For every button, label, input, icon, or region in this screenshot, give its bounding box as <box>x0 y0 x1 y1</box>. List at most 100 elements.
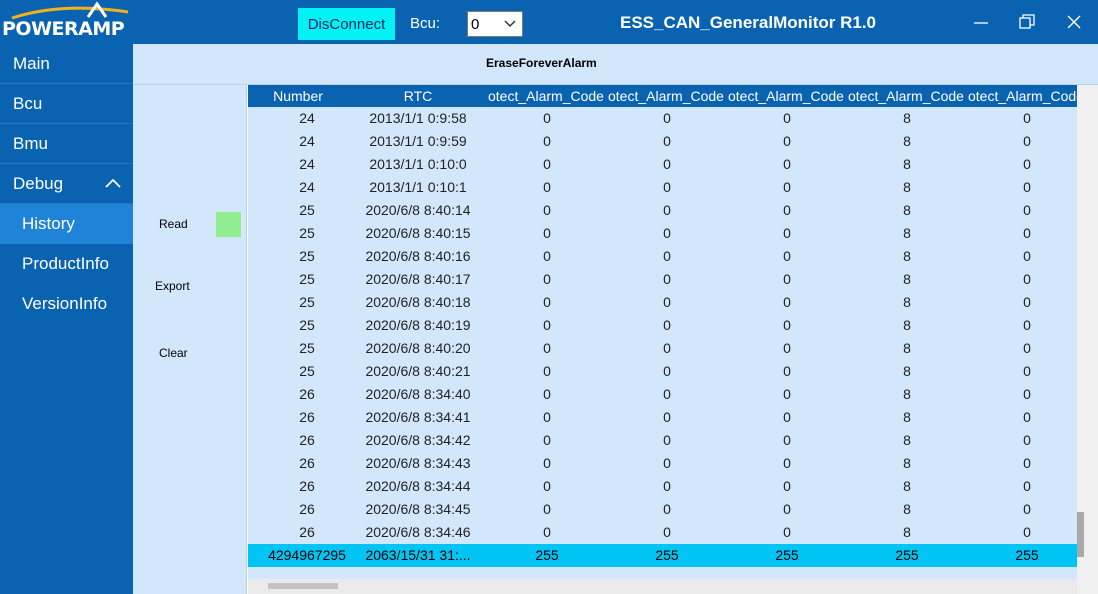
table-cell: 0 <box>1023 202 1031 218</box>
table-row[interactable]: 26 2020/6/8 8:34:45 0 0 0 8 0 <box>248 498 1077 521</box>
read-button[interactable]: Read <box>159 217 188 231</box>
table-row[interactable]: 24 2013/1/1 0:10:0 0 0 0 8 0 <box>248 153 1077 176</box>
table-cell: 0 <box>783 133 791 149</box>
table-cell: 2020/6/8 8:34:42 <box>365 432 471 448</box>
sidebar-item-label: Main <box>13 53 50 73</box>
table-cell: 0 <box>783 363 791 379</box>
table-cell: 0 <box>1023 363 1031 379</box>
column-header[interactable]: RTC <box>348 88 488 106</box>
table-row[interactable]: 26 2020/6/8 8:34:42 0 0 0 8 0 <box>248 429 1077 452</box>
table-cell: 8 <box>903 179 911 195</box>
table-row[interactable]: 25 2020/6/8 8:40:19 0 0 0 8 0 <box>248 314 1077 337</box>
table-cell: 8 <box>903 432 911 448</box>
table-cell: 0 <box>663 317 671 333</box>
table-cell: 0 <box>543 179 551 195</box>
clear-button[interactable]: Clear <box>159 346 188 360</box>
sidebar-item-label: ProductInfo <box>22 254 109 273</box>
bcu-select[interactable]: 0 <box>467 11 523 37</box>
table-cell: 8 <box>903 271 911 287</box>
logo-arc-icon <box>11 1 129 20</box>
table-cell: 0 <box>783 225 791 241</box>
erase-forever-alarm-button[interactable]: EraseForeverAlarm <box>486 56 597 70</box>
table-cell: 0 <box>1023 386 1031 402</box>
horizontal-scrollbar-thumb[interactable] <box>268 583 338 589</box>
table-cell: 0 <box>543 133 551 149</box>
table-row[interactable]: 25 2020/6/8 8:40:17 0 0 0 8 0 <box>248 268 1077 291</box>
table-cell: 2020/6/8 8:34:44 <box>365 478 471 494</box>
sidebar-item-bmu[interactable]: Bmu <box>0 124 133 164</box>
table-cell: 8 <box>903 202 911 218</box>
table-cell: 0 <box>663 478 671 494</box>
table-cell: 0 <box>543 432 551 448</box>
table-cell: 255 <box>535 547 559 563</box>
table-cell: 8 <box>903 478 911 494</box>
table-row[interactable]: 25 2020/6/8 8:40:14 0 0 0 8 0 <box>248 199 1077 222</box>
table-row[interactable]: 26 2020/6/8 8:34:46 0 0 0 8 0 <box>248 521 1077 544</box>
history-table: Number RTC otect_Alarm_Code otect_Alarm_Cod… <box>248 85 1077 579</box>
sidebar-item-debug[interactable]: Debug <box>0 164 133 204</box>
app-window: POWERAMP DisConnect Bcu: 0 ESS_CAN_Gener… <box>0 0 1098 594</box>
table-cell: 2020/6/8 8:40:20 <box>365 340 471 356</box>
table-row[interactable]: 26 2020/6/8 8:34:40 0 0 0 8 0 <box>248 383 1077 406</box>
table-row[interactable]: 25 2020/6/8 8:40:15 0 0 0 8 0 <box>248 222 1077 245</box>
sidebar-item-history[interactable]: History <box>0 204 133 244</box>
table-cell: 0 <box>543 225 551 241</box>
table-row[interactable]: 24 2013/1/1 0:9:59 0 0 0 8 0 <box>248 130 1077 153</box>
table-row[interactable]: 24 2013/1/1 0:9:58 0 0 0 8 0 <box>248 107 1077 130</box>
table-cell: 0 <box>543 156 551 172</box>
chevron-up-icon <box>105 178 121 188</box>
table-cell: 0 <box>543 317 551 333</box>
table-cell: 0 <box>663 409 671 425</box>
table-cell: 0 <box>663 432 671 448</box>
close-icon[interactable] <box>1064 12 1084 32</box>
vertical-scrollbar-thumb[interactable] <box>1077 512 1084 557</box>
maximize-icon[interactable] <box>1017 12 1037 32</box>
table-row[interactable]: 4294967295 2063/15/31 31:... 255 255 255 255 2… <box>248 544 1077 567</box>
table-cell: 8 <box>903 248 911 264</box>
column-header[interactable]: otect_Alarm_Code <box>728 88 848 106</box>
minimize-icon[interactable] <box>971 12 991 32</box>
sidebar-item-productinfo[interactable]: ProductInfo <box>0 244 133 284</box>
table-cell: 0 <box>783 248 791 264</box>
table-row[interactable]: 26 2020/6/8 8:34:43 0 0 0 8 0 <box>248 452 1077 475</box>
sidebar-item-label: Bmu <box>13 133 48 153</box>
table-cell: 0 <box>663 156 671 172</box>
table-row[interactable]: 25 2020/6/8 8:40:20 0 0 0 8 0 <box>248 337 1077 360</box>
table-row[interactable]: 25 2020/6/8 8:40:21 0 0 0 8 0 <box>248 360 1077 383</box>
column-header[interactable]: otect_Alarm_Code <box>968 88 1077 106</box>
table-cell: 8 <box>903 225 911 241</box>
table-cell: 8 <box>903 294 911 310</box>
table-cell: 2020/6/8 8:40:16 <box>365 248 471 264</box>
controls-panel: Read Export Clear <box>133 85 247 594</box>
table-cell: 0 <box>783 386 791 402</box>
column-header[interactable]: otect_Alarm_Code <box>848 88 968 106</box>
table-cell: 2020/6/8 8:40:19 <box>365 317 471 333</box>
table-row[interactable]: 24 2013/1/1 0:10:1 0 0 0 8 0 <box>248 176 1077 199</box>
column-header[interactable]: otect_Alarm_Code <box>488 88 608 106</box>
table-cell: 0 <box>543 501 551 517</box>
table-cell: 0 <box>543 271 551 287</box>
table-row[interactable]: 25 2020/6/8 8:40:18 0 0 0 8 0 <box>248 291 1077 314</box>
table-cell: 0 <box>663 248 671 264</box>
table-row[interactable]: 26 2020/6/8 8:34:41 0 0 0 8 0 <box>248 406 1077 429</box>
table-cell: 8 <box>903 363 911 379</box>
table-cell: 2020/6/8 8:40:14 <box>365 202 471 218</box>
table-row[interactable]: 26 2020/6/8 8:34:44 0 0 0 8 0 <box>248 475 1077 498</box>
sidebar-item-bcu[interactable]: Bcu <box>0 84 133 124</box>
table-cell: 8 <box>903 340 911 356</box>
disconnect-button[interactable]: DisConnect <box>298 8 395 40</box>
bcu-label: Bcu: <box>410 15 441 32</box>
chevron-down-icon <box>504 20 516 28</box>
column-header[interactable]: Number <box>248 88 348 106</box>
horizontal-scrollbar[interactable] <box>248 579 1077 594</box>
sidebar-item-versioninfo[interactable]: VersionInfo <box>0 284 133 324</box>
sidebar-item-main[interactable]: Main <box>0 44 133 84</box>
column-header[interactable]: otect_Alarm_Code <box>608 88 728 106</box>
table-row[interactable]: 25 2020/6/8 8:40:16 0 0 0 8 0 <box>248 245 1077 268</box>
table-header: Number RTC otect_Alarm_Code otect_Alarm_Cod… <box>248 85 1077 107</box>
table-cell: 0 <box>543 524 551 540</box>
table-cell: 2020/6/8 8:34:40 <box>365 386 471 402</box>
table-cell: 8 <box>903 133 911 149</box>
export-button[interactable]: Export <box>155 279 190 293</box>
table-cell: 8 <box>903 409 911 425</box>
